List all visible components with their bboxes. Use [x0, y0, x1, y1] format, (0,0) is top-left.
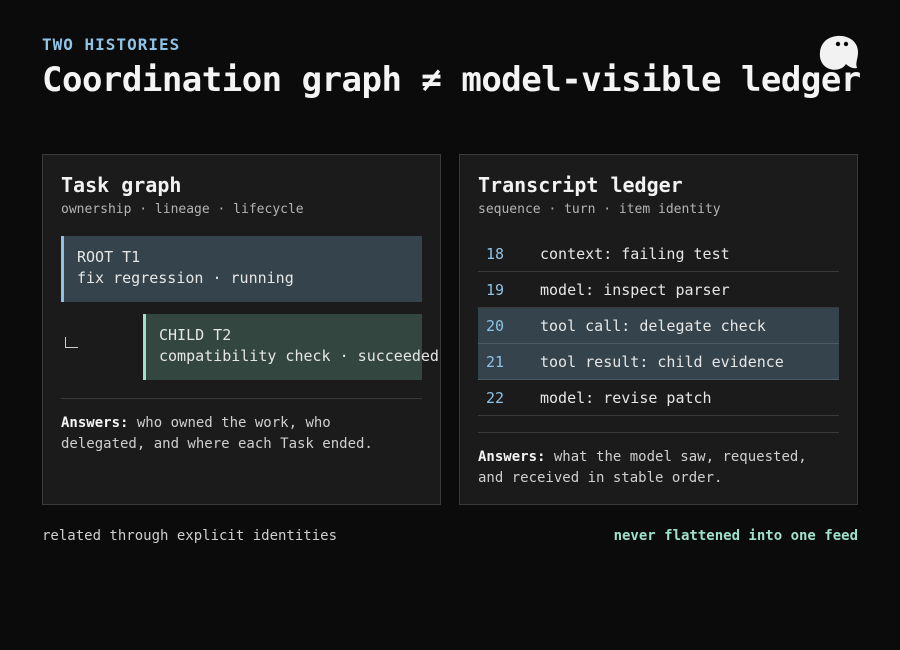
mascot-icon: [819, 35, 858, 70]
task-graph-panel: Task graph ownership · lineage · lifecyc…: [42, 154, 441, 505]
root-task-label: ROOT T1: [77, 248, 141, 266]
root-task-card: ROOT T1 fix regression · running: [61, 236, 422, 302]
ledger-seq: 21: [486, 352, 505, 371]
transcript-ledger-title: Transcript ledger: [478, 173, 683, 197]
ledger-text: tool call: delegate check: [540, 316, 766, 335]
ledger-list: 18 context: failing test 19 model: inspe…: [478, 236, 839, 416]
ledger-text: model: revise patch: [540, 388, 712, 407]
transcript-ledger-answers: Answers: what the model saw, requested, …: [478, 447, 839, 489]
ledger-row: 19 model: inspect parser: [478, 272, 839, 308]
ledger-row: 22 model: revise patch: [478, 380, 839, 416]
ledger-seq: 19: [486, 280, 505, 299]
child-task-label: CHILD T2: [159, 326, 232, 344]
task-graph-answers: Answers: who owned the work, who delegat…: [61, 413, 422, 455]
task-graph-title: Task graph: [61, 173, 182, 197]
child-task-detail: compatibility check · succeeded: [159, 347, 439, 365]
ledger-row: 18 context: failing test: [478, 236, 839, 272]
ledger-text: model: inspect parser: [540, 280, 730, 299]
eyebrow-label: TWO HISTORIES: [42, 35, 181, 54]
transcript-ledger-subtitle: sequence · turn · item identity: [478, 202, 721, 217]
child-task-card: CHILD T2 compatibility check · succeeded: [143, 314, 439, 380]
ledger-seq: 22: [486, 388, 505, 407]
task-graph-subtitle: ownership · lineage · lifecycle: [61, 202, 304, 217]
lineage-connector: [65, 337, 78, 348]
ledger-seq: 18: [486, 244, 505, 263]
footer-left-note: related through explicit identities: [42, 528, 338, 544]
ledger-row-highlighted: 21 tool result: child evidence: [478, 344, 839, 380]
page-title: Coordination graph ≠ model-visible ledge…: [42, 60, 861, 100]
ledger-text: context: failing test: [540, 244, 730, 263]
divider: [61, 398, 422, 399]
ledger-seq: 20: [486, 316, 505, 335]
transcript-ledger-panel: Transcript ledger sequence · turn · item…: [459, 154, 858, 505]
ledger-row-highlighted: 20 tool call: delegate check: [478, 308, 839, 344]
divider: [478, 432, 839, 433]
answers-label: Answers:: [478, 449, 546, 465]
footer-right-note: never flattened into one feed: [613, 528, 858, 544]
root-task-detail: fix regression · running: [77, 269, 294, 287]
ledger-text: tool result: child evidence: [540, 352, 784, 371]
answers-label: Answers:: [61, 415, 129, 431]
